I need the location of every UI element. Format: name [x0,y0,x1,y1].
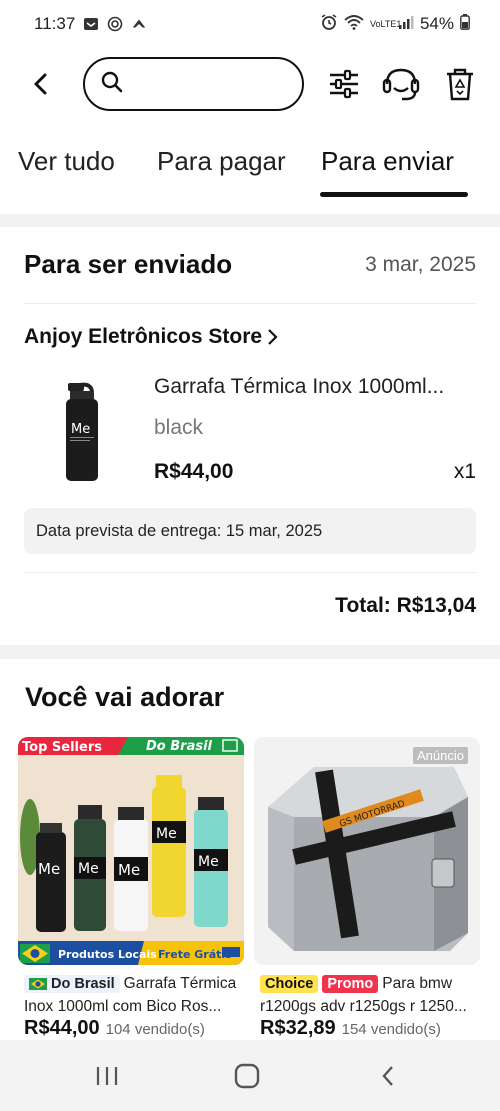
product-price: R$32,89 [260,1017,336,1039]
system-navigation-bar [0,1040,500,1111]
svg-text:Me: Me [156,826,177,842]
svg-text:Me: Me [71,422,90,437]
product-title[interactable]: Garrafa Térmica Inox 1000ml... [154,375,476,399]
home-button[interactable] [227,1058,267,1094]
wifi-icon [344,14,364,35]
brazil-flag-icon [29,978,47,990]
recent-apps-icon [96,1067,118,1085]
back-icon [34,73,47,95]
order-status-title: Para ser enviado [24,249,233,279]
order-tabs: Ver tudo Para pagar Para enviar [0,140,500,200]
banner-top-left-text: Top Sellers [22,740,102,755]
svg-text:Me: Me [78,861,99,877]
system-back-button[interactable] [368,1058,408,1094]
product-title-line2[interactable]: Inox 1000ml com Bico Ros... [24,998,244,1016]
cloud-notification-icon [131,16,147,32]
sold-count: 154 vendido(s) [341,1021,441,1038]
home-icon [234,1063,260,1089]
recent-apps-button[interactable] [87,1058,127,1094]
search-icon [101,71,123,98]
message-notification-icon [83,16,99,32]
choice-badge: Choice [260,975,319,993]
product-price: R$44,00 [154,460,234,483]
recommended-product-card[interactable]: GS MOTORRAD Anúncio [254,737,480,965]
product-variant: black [154,416,204,439]
banner-top-right-text: Do Brasil [146,739,213,754]
promo-badge: Promo [322,975,379,993]
svg-text:Me: Me [38,860,60,878]
divider [24,303,476,304]
product-title-line2[interactable]: r1200gs adv r1250gs r 1250... [260,998,480,1016]
product-title-text: Garrafa Térmica [123,975,237,992]
svg-text:Me: Me [198,854,219,870]
battery-percent: 54% [419,14,454,33]
svg-text:Me: Me [118,861,140,879]
recommended-product-card[interactable]: Top Sellers Do Brasil Me Me Me Me Me Pro… [18,737,244,965]
target-notification-icon [107,16,123,32]
chevron-right-icon [268,329,278,345]
order-total: Total: R$13,04 [335,594,476,617]
support-icon [382,68,420,101]
filter-button[interactable] [324,64,364,104]
product-quantity: x1 [453,460,476,483]
recycle-bin-button[interactable] [440,64,480,104]
back-button[interactable] [24,66,58,102]
status-bar: 11:37 VoLTE1 54% [0,0,500,48]
status-time: 11:37 [34,14,76,33]
recycle-bin-icon [447,68,473,101]
product-price: R$44,00 [24,1017,100,1039]
tab-to-ship[interactable]: Para enviar [321,146,454,177]
battery-icon [460,13,470,35]
banner-bottom-left-text: Produtos Locais [58,948,157,961]
country-badge: Do Brasil [24,975,120,993]
store-link[interactable]: Anjoy Eletrônicos Store [24,325,278,349]
customer-support-button[interactable] [381,64,421,104]
section-divider [0,214,500,227]
delivery-estimate: Data prevista de entrega: 15 mar, 2025 [24,508,476,554]
ad-label: Anúncio [413,747,468,764]
product-title-line1[interactable]: Do Brasil Garrafa Térmica [24,975,244,993]
order-card[interactable]: Para ser enviado 3 mar, 2025 Anjoy Eletr… [0,227,500,650]
product-image: Top Sellers Do Brasil Me Me Me Me Me Pro… [18,737,244,965]
volte-label: VoLTE1 [369,18,402,29]
filter-icon [330,69,358,99]
order-date: 3 mar, 2025 [365,252,476,276]
active-tab-indicator [320,192,468,197]
product-image: GS MOTORRAD [254,737,480,965]
divider [24,572,476,573]
top-bar [0,56,500,112]
sold-count: 104 vendido(s) [105,1021,205,1038]
store-name: Anjoy Eletrônicos Store [24,325,263,348]
search-box[interactable] [83,57,304,111]
back-icon [382,1066,393,1086]
product-title-text: Para bmw [382,975,453,992]
search-input[interactable] [131,75,281,93]
section-divider [0,645,500,659]
product-price-row: R$44,00 104 vendido(s) [24,1017,205,1040]
banner-bottom-right-text: Frete Grátis [158,948,232,961]
tab-all[interactable]: Ver tudo [18,146,115,177]
product-image[interactable]: Me [50,381,122,485]
alarm-icon [320,13,338,36]
product-title-line1[interactable]: Choice Promo Para bmw [260,975,480,993]
recommendations-title: Você vai adorar [25,682,225,712]
product-price-row: R$32,89 154 vendido(s) [260,1017,441,1040]
signal-icon [398,14,414,35]
tab-to-pay[interactable]: Para pagar [157,146,286,177]
delivery-estimate-text: Data prevista de entrega: 15 mar, 2025 [36,521,323,540]
